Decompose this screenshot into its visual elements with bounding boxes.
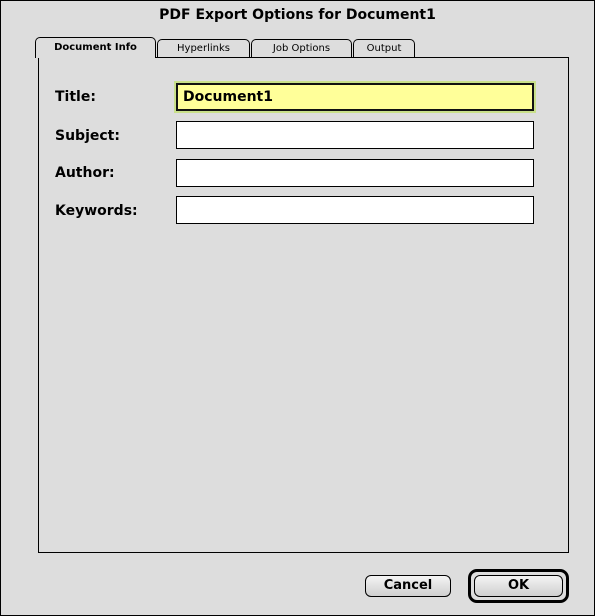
- ok-button[interactable]: OK: [474, 575, 563, 597]
- keywords-field[interactable]: [176, 196, 534, 224]
- tab-hyperlinks[interactable]: Hyperlinks: [157, 39, 250, 57]
- keywords-label: Keywords:: [55, 203, 138, 219]
- author-label: Author:: [55, 165, 115, 181]
- title-label: Title:: [55, 89, 96, 105]
- subject-label: Subject:: [55, 128, 120, 144]
- tab-output[interactable]: Output: [353, 39, 415, 57]
- document-info-panel: Title: Subject: Author: Keywords:: [38, 57, 569, 553]
- title-field[interactable]: [174, 81, 536, 113]
- cancel-button[interactable]: Cancel: [365, 575, 451, 597]
- tab-job-options[interactable]: Job Options: [251, 39, 352, 57]
- dialog-title: PDF Export Options for Document1: [159, 7, 436, 23]
- tab-document-info[interactable]: Document Info: [35, 37, 156, 58]
- pdf-export-dialog: PDF Export Options for Document1 Documen…: [0, 0, 595, 616]
- subject-field[interactable]: [176, 121, 534, 149]
- author-field[interactable]: [176, 159, 534, 187]
